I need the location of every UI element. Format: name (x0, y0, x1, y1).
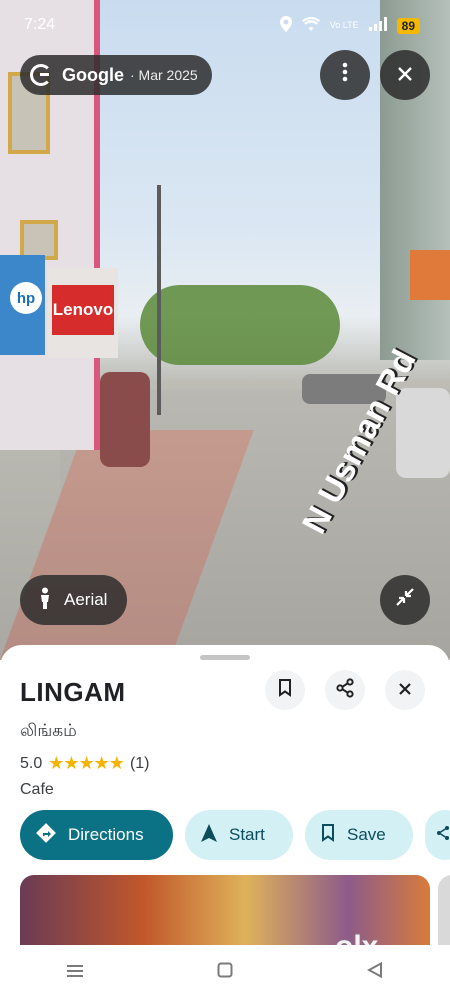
street-lamp-pole (157, 185, 161, 415)
status-icons: Vo LTE 89 (279, 16, 420, 35)
trees (140, 285, 340, 365)
sheet-drag-handle[interactable] (200, 655, 250, 660)
home-square-icon (217, 962, 233, 983)
close-icon (397, 62, 413, 88)
google-g-icon (30, 64, 52, 86)
back-button[interactable] (345, 953, 405, 993)
home-button[interactable] (195, 953, 255, 993)
close-street-view-button[interactable] (380, 50, 430, 100)
more-options-button[interactable] (320, 50, 370, 100)
share-button[interactable] (325, 670, 365, 710)
network-type: Vo LTE (329, 20, 359, 30)
system-navigation-bar (0, 945, 450, 1000)
save-label: Save (347, 825, 386, 844)
back-triangle-icon (366, 961, 383, 983)
flyover-band (410, 250, 450, 300)
directions-button[interactable]: Directions (20, 810, 173, 860)
save-button[interactable]: Save (305, 810, 413, 860)
close-icon (398, 680, 412, 701)
collapse-icon (394, 586, 416, 614)
battery-indicator: 89 (396, 17, 420, 34)
imagery-date: · Mar 2025 (130, 67, 198, 83)
imagery-attribution-chip[interactable]: Google · Mar 2025 (20, 55, 212, 95)
recents-button[interactable] (45, 953, 105, 993)
navigation-arrow-icon (201, 823, 217, 847)
star-rating-icon: ★★★★★ (48, 753, 125, 773)
directions-icon (36, 822, 56, 848)
place-bottom-sheet[interactable]: LINGAM லிங்கம் 5.0 ★★★★★ (1) Cafe Direct… (0, 645, 450, 945)
rating-row[interactable]: 5.0 ★★★★★ (1) (20, 753, 150, 774)
bookmark-icon (278, 678, 292, 702)
aerial-label: Aerial (64, 590, 108, 609)
building-window (20, 220, 58, 260)
location-icon (279, 16, 292, 35)
action-chips: Directions Start Save (20, 810, 450, 860)
more-vert-icon (342, 62, 348, 88)
collapse-button[interactable] (380, 575, 430, 625)
review-count: (1) (129, 754, 150, 772)
place-native-name: லிங்கம் (20, 721, 77, 740)
bookmark-button[interactable] (265, 670, 305, 710)
status-bar: 7:24 Vo LTE 89 (0, 0, 450, 50)
brand-name: Google (62, 64, 124, 85)
pedestrians (100, 372, 150, 467)
share-icon (435, 825, 450, 846)
person-icon (38, 587, 52, 614)
menu-lines-icon (66, 962, 84, 983)
place-photo[interactable] (438, 875, 450, 945)
start-button[interactable]: Start (185, 810, 293, 860)
place-category: Cafe (20, 781, 54, 798)
status-time: 7:24 (24, 16, 56, 33)
share-chip-button[interactable] (425, 810, 450, 860)
rating-value: 5.0 (20, 754, 43, 772)
hp-logo: hp (10, 282, 42, 314)
aerial-view-button[interactable]: Aerial (20, 575, 128, 625)
share-icon (335, 677, 355, 703)
directions-label: Directions (68, 825, 144, 844)
street-view-panorama[interactable]: hp Lenovo N Usman Rd (0, 0, 450, 660)
start-label: Start (229, 825, 265, 844)
signal-icon (368, 17, 387, 34)
bookmark-icon (321, 823, 335, 847)
place-title: LINGAM (20, 677, 126, 707)
wifi-icon (301, 16, 320, 34)
lenovo-sign: Lenovo (52, 285, 114, 335)
close-sheet-button[interactable] (385, 670, 425, 710)
